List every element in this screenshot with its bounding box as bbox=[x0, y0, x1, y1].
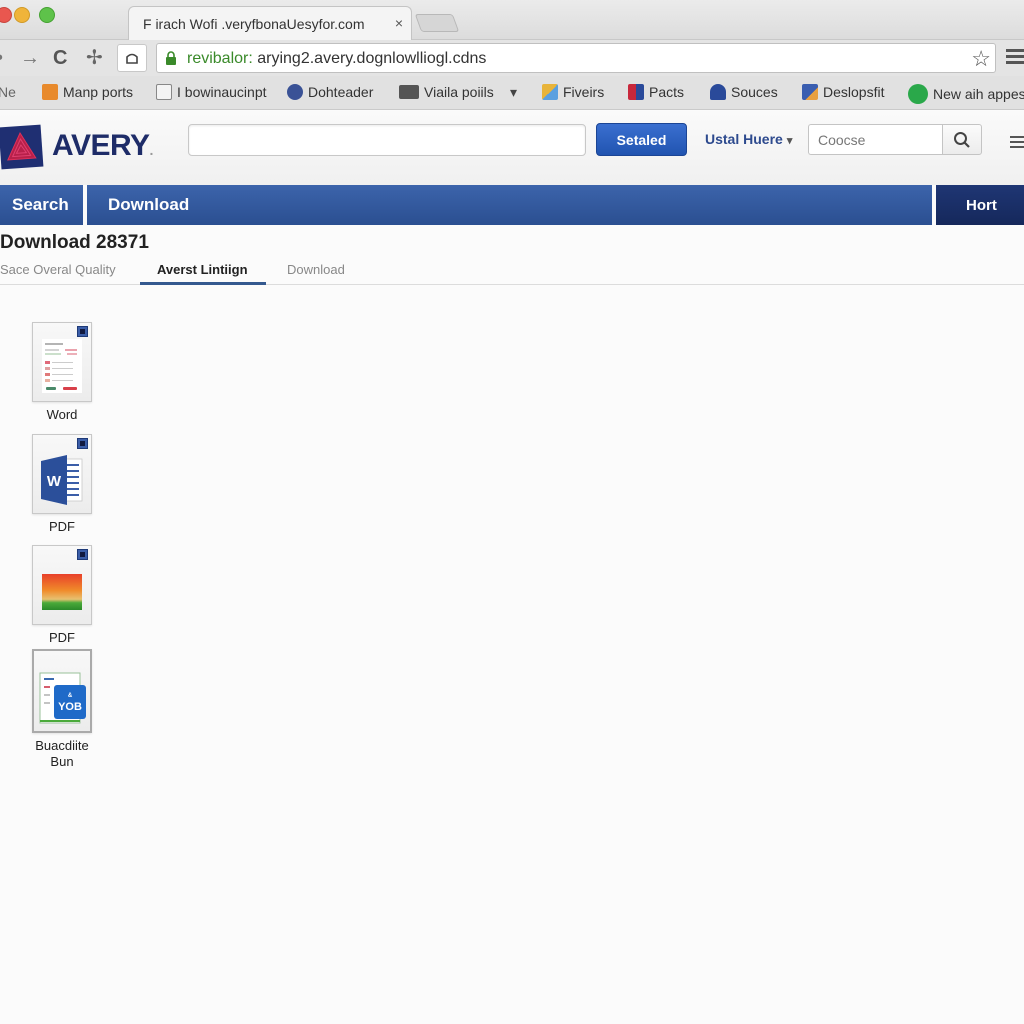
globe-icon bbox=[287, 84, 303, 100]
file-label: PDF bbox=[49, 519, 75, 534]
search-icon bbox=[954, 131, 970, 148]
bookmark-item[interactable]: Dohteader bbox=[287, 84, 373, 100]
bookmarks-prefix: Ne bbox=[0, 84, 16, 100]
svg-text:&: & bbox=[68, 693, 73, 699]
bookmark-item[interactable]: Manp ports bbox=[42, 84, 133, 100]
user-menu-label: Ustal Huere bbox=[705, 131, 783, 147]
tab-close-icon[interactable]: × bbox=[395, 15, 403, 31]
bookmark-label: Manp ports bbox=[63, 84, 134, 100]
book-icon bbox=[628, 84, 644, 100]
page-title: Download 28371 bbox=[0, 232, 149, 253]
file-label: Buacdiite Bun bbox=[35, 738, 89, 769]
subtab-overall-quality[interactable]: Sace Overal Quality bbox=[0, 262, 116, 277]
bookmark-label: Viaila poiils bbox=[424, 84, 494, 100]
subtab-download[interactable]: Download bbox=[287, 262, 345, 277]
browser-titlebar: F irach Wofi .veryfbonaUesyfor.com × bbox=[0, 0, 1024, 40]
choose-search-input[interactable] bbox=[808, 124, 942, 155]
browser-tab[interactable]: F irach Wofi .veryfbonaUesyfor.com × bbox=[128, 6, 412, 40]
bookmark-item[interactable]: New aih appes bbox=[908, 84, 1024, 104]
pin-icon bbox=[710, 84, 726, 100]
primary-action-button[interactable]: Setaled bbox=[596, 123, 687, 156]
word-document-icon: W bbox=[32, 434, 92, 514]
bookmark-item[interactable]: Viaila poiils bbox=[399, 84, 494, 100]
address-bar[interactable]: revibalor: arying2.avery.dognlowlliogl.c… bbox=[156, 43, 996, 73]
bookmark-item[interactable]: Pacts bbox=[628, 84, 684, 100]
reload-icon[interactable]: C bbox=[53, 46, 67, 70]
subtab-averst-lintiign[interactable]: Averst Lintiign bbox=[157, 262, 248, 277]
shield-icon bbox=[42, 84, 58, 100]
chevron-down-icon: ▾ bbox=[786, 135, 793, 147]
file-label: PDF bbox=[49, 630, 75, 645]
bookmark-item[interactable]: Deslopsfit bbox=[802, 84, 884, 100]
logo-wordmark: AVERY bbox=[52, 129, 150, 162]
avery-logo-text[interactable]: AVERY. bbox=[52, 129, 153, 163]
url-secure-part: revibalor: bbox=[187, 50, 258, 67]
file-label: Word bbox=[46, 407, 78, 422]
bookmark-item[interactable]: Fiveirs bbox=[542, 84, 604, 100]
bookmark-label: Deslopsfit bbox=[823, 84, 885, 100]
bundle-badge-text: YOB bbox=[58, 701, 82, 713]
back-arrow-icon[interactable]: • bbox=[0, 46, 3, 70]
file-item[interactable]: & YOB Buacdiite Bun bbox=[28, 649, 96, 770]
file-item[interactable]: PDF bbox=[28, 545, 96, 646]
minimize-window-button[interactable] bbox=[14, 7, 30, 23]
file-item[interactable]: Word bbox=[28, 322, 96, 423]
bookmark-label: Fiveirs bbox=[563, 84, 605, 100]
url-rest: arying2.avery.dognlowlliogl.cdns bbox=[257, 50, 487, 67]
user-menu-dropdown[interactable]: Ustal Huere ▾ bbox=[705, 131, 792, 147]
site-menu-icon[interactable] bbox=[1010, 133, 1024, 151]
bookmark-label: New aih appes bbox=[933, 86, 1024, 102]
triangle-logo-icon bbox=[7, 131, 37, 161]
bookmark-label: Pacts bbox=[649, 84, 685, 100]
document-preview-icon bbox=[32, 322, 92, 402]
search-button[interactable] bbox=[942, 124, 982, 155]
lock-icon bbox=[166, 51, 176, 65]
home-icon bbox=[126, 53, 138, 64]
active-tab-indicator bbox=[140, 282, 266, 285]
tab-title: F irach Wofi .veryfbonaUesyfor.com bbox=[143, 16, 365, 32]
new-tab-button[interactable] bbox=[414, 14, 460, 32]
site-search-input[interactable] bbox=[188, 124, 586, 156]
bookmark-label: I bowinaucinpt bbox=[177, 84, 267, 100]
logo-dot: . bbox=[149, 142, 154, 158]
doc-icon bbox=[802, 84, 818, 100]
bookmark-label: Dohteader bbox=[308, 84, 374, 100]
bookmark-label: Souces bbox=[731, 84, 778, 100]
svg-text:W: W bbox=[47, 473, 62, 490]
browser-menu-icon[interactable] bbox=[1006, 46, 1024, 67]
nav-download[interactable]: Download bbox=[87, 185, 932, 225]
file-item[interactable]: W PDF bbox=[28, 434, 96, 535]
avery-logo-mark[interactable] bbox=[0, 124, 44, 170]
subtabs: Sace Overal Quality Averst Lintiign Down… bbox=[0, 254, 1024, 285]
main-nav: Search Download Hort bbox=[0, 185, 1024, 226]
bookmarks-overflow-icon[interactable]: ▾ bbox=[510, 84, 517, 101]
video-icon bbox=[399, 85, 419, 99]
bookmarks-bar: Ne Manp ports I bowinaucinpt Dohteader V… bbox=[0, 76, 1024, 110]
browser-toolbar: • → C ✢ revibalor: arying2.avery.dognlow… bbox=[0, 40, 1024, 76]
extension-icon[interactable]: ✢ bbox=[86, 46, 103, 70]
bookmark-item[interactable]: I bowinaucinpt bbox=[156, 84, 267, 100]
maximize-window-button[interactable] bbox=[39, 7, 55, 23]
page-icon bbox=[156, 84, 172, 100]
close-window-button[interactable] bbox=[0, 7, 12, 23]
home-button[interactable] bbox=[117, 44, 147, 72]
nav-search[interactable]: Search bbox=[0, 185, 83, 225]
bookmark-item[interactable]: Souces bbox=[710, 84, 778, 100]
site-header: AVERY. Setaled Ustal Huere ▾ bbox=[0, 111, 1024, 185]
bundle-box-icon: & YOB bbox=[32, 649, 92, 733]
bookmark-star-icon[interactable]: ☆ bbox=[971, 46, 991, 72]
nav-hort[interactable]: Hort bbox=[936, 185, 1024, 225]
forward-arrow-icon[interactable]: → bbox=[20, 46, 40, 70]
url-text[interactable]: revibalor: arying2.avery.dognlowlliogl.c… bbox=[187, 50, 486, 68]
apps-icon bbox=[542, 84, 558, 100]
image-file-icon bbox=[32, 545, 92, 625]
circle-app-icon bbox=[908, 84, 928, 104]
